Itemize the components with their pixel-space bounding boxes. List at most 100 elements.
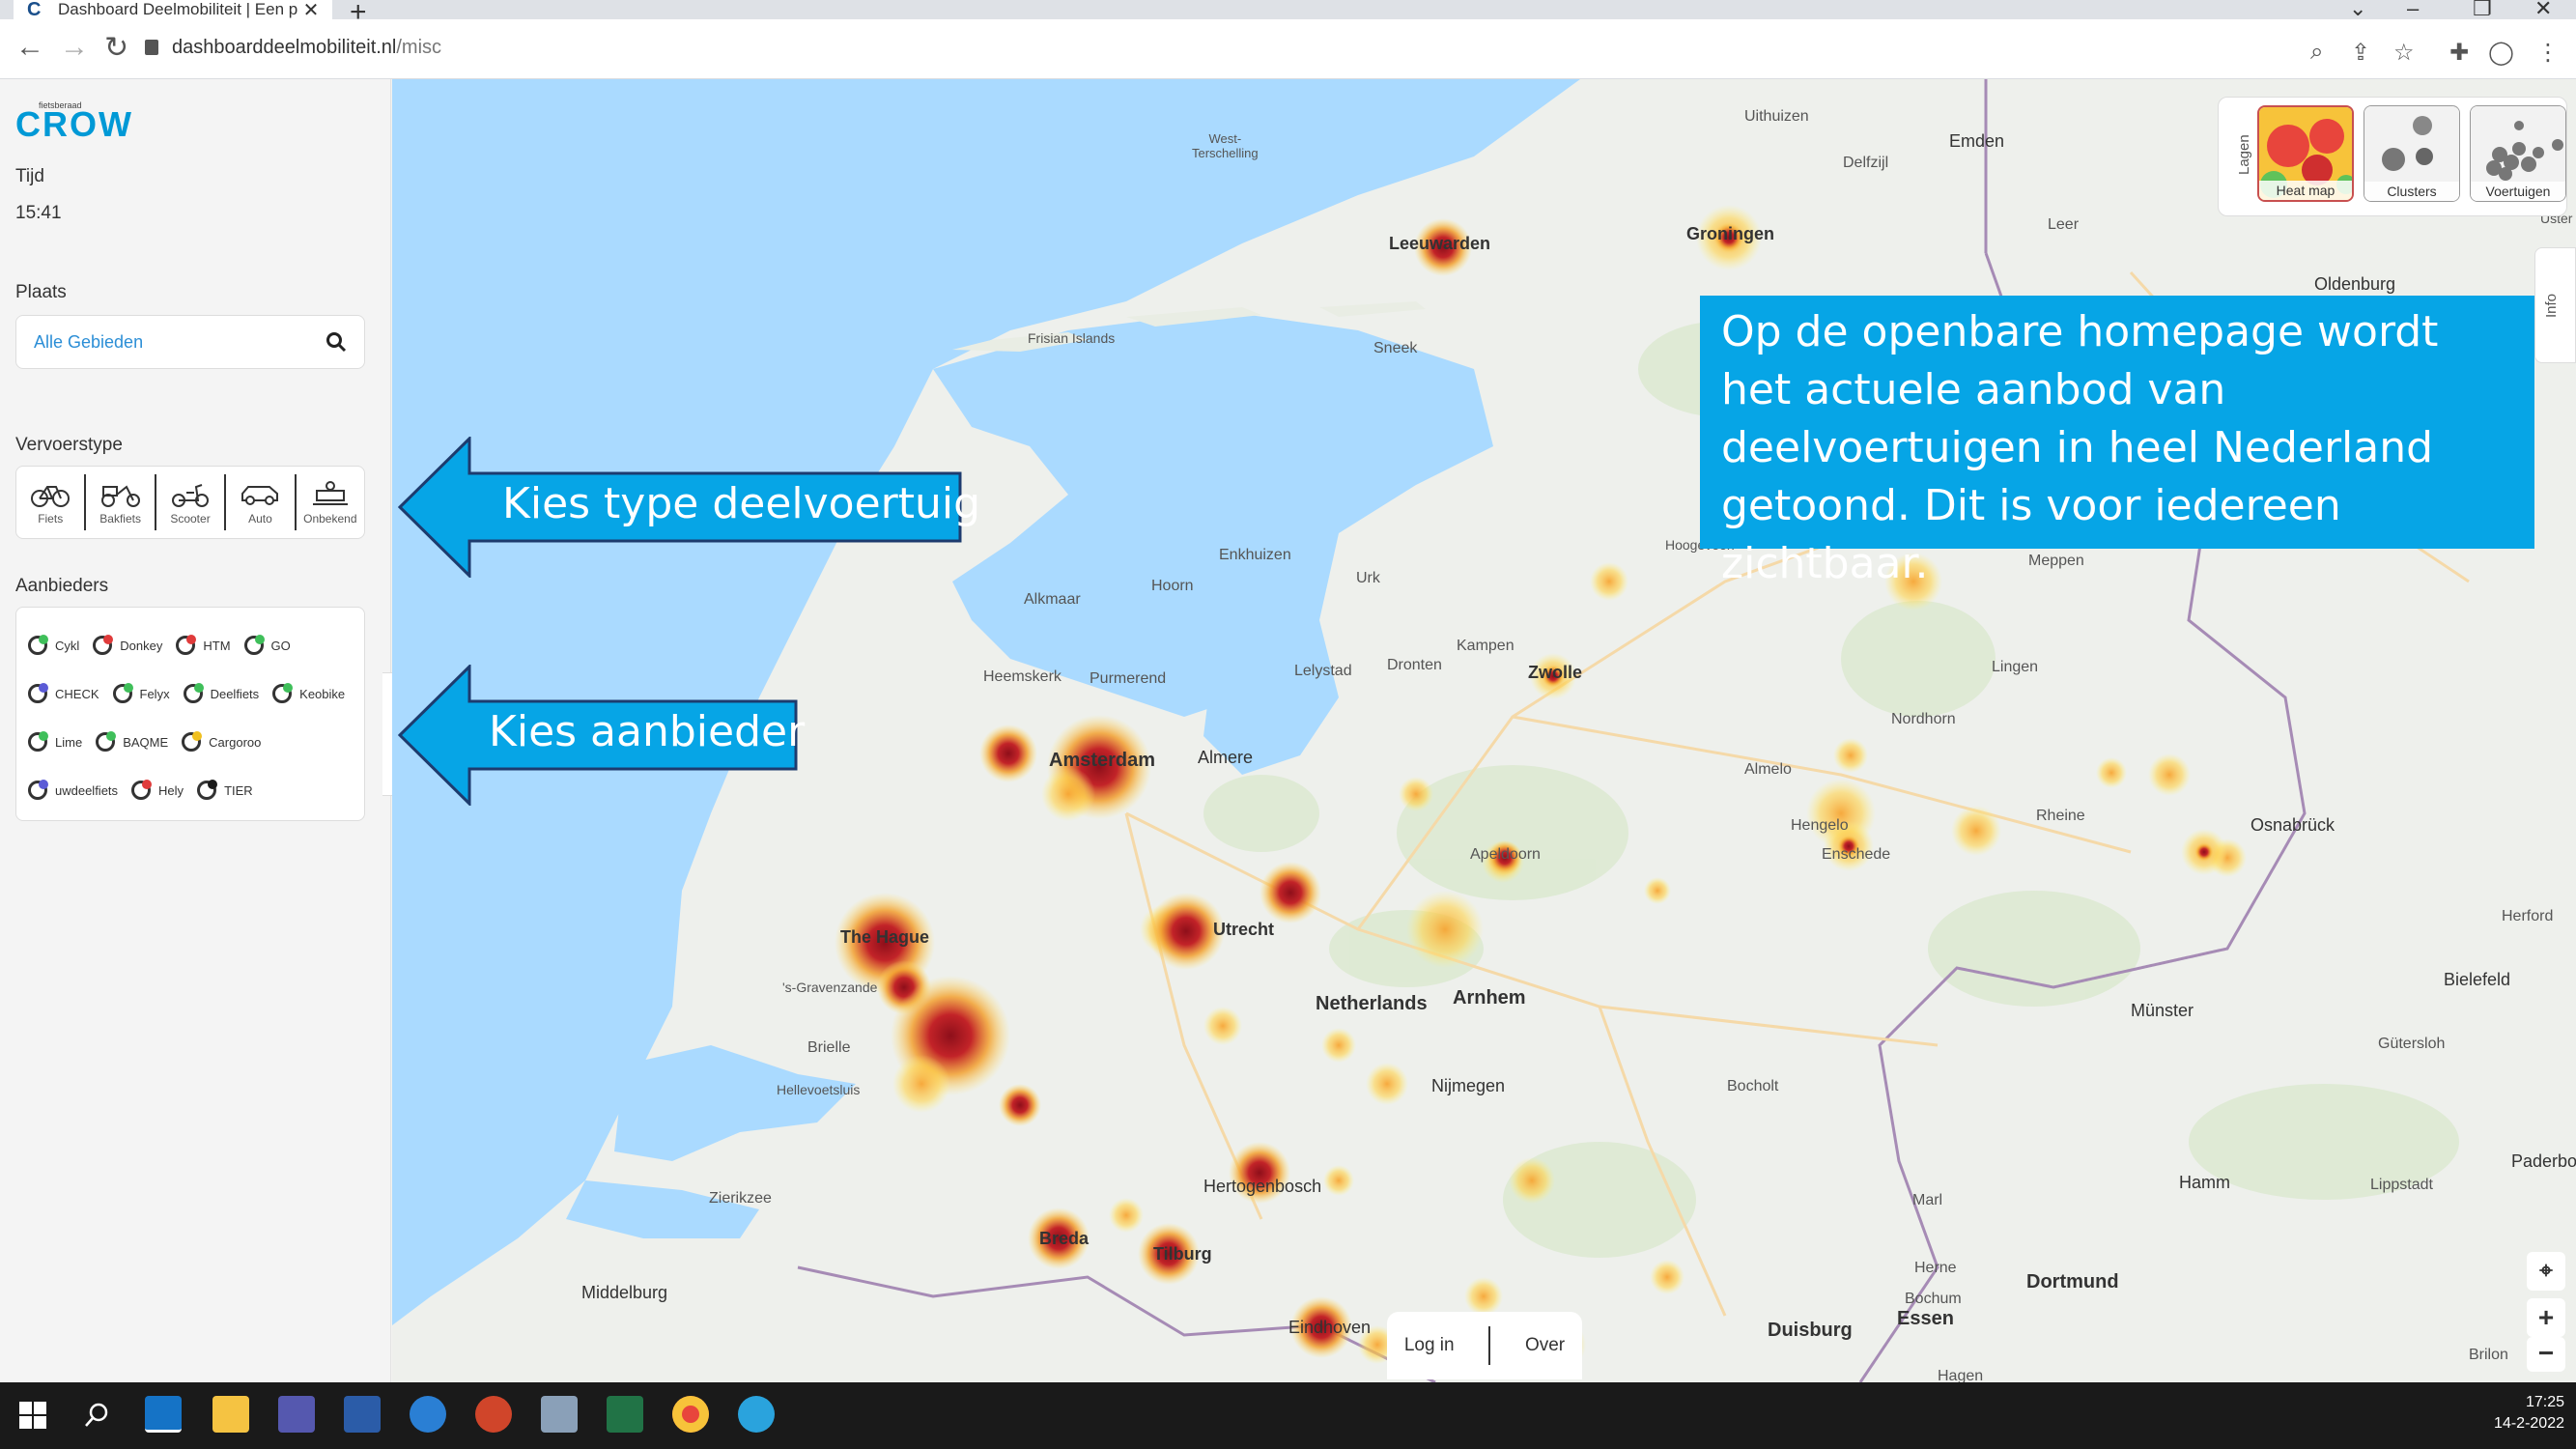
map-label-lingen: Lingen	[1992, 659, 2039, 675]
map-label-kampen: Kampen	[1457, 638, 1514, 654]
map-label-lippstadt: Lippstadt	[2370, 1177, 2433, 1193]
layer-vehicles[interactable]: Voertuigen	[2470, 105, 2566, 202]
provider-cargoroo[interactable]: Cargoroo	[182, 731, 261, 752]
window-close-icon[interactable]: ✕	[2534, 0, 2552, 21]
vehicle-type-onbekend[interactable]: Onbekend	[297, 474, 364, 530]
outlook-icon[interactable]	[145, 1396, 182, 1433]
place-search-input[interactable]: Alle Gebieden	[15, 315, 365, 369]
windows-start-icon[interactable]	[19, 1402, 46, 1429]
provider-toggle-icon	[131, 780, 153, 800]
provider-deelfiets[interactable]: Deelfiets	[183, 683, 259, 703]
map-label-s-gravenzande: 's-Gravenzande	[782, 980, 878, 995]
provider-toggle-icon	[28, 731, 48, 752]
login-link[interactable]: Log in	[1404, 1335, 1455, 1356]
provider-htm[interactable]: HTM	[176, 635, 231, 655]
provider-lime[interactable]: Lime	[28, 731, 82, 752]
back-icon[interactable]: ←	[15, 31, 44, 64]
provider-go[interactable]: GO	[243, 635, 291, 655]
bookmark-star-icon[interactable]: ☆	[2393, 39, 2415, 67]
locate-me-button[interactable]: ⌖	[2527, 1252, 2565, 1291]
zoom-in-button[interactable]: +	[2527, 1298, 2565, 1337]
map-label-delfzijl: Delfzijl	[1843, 155, 1889, 171]
provider-name: GO	[270, 638, 291, 653]
provider-baqme[interactable]: BAQME	[96, 731, 169, 752]
search-icon[interactable]	[326, 331, 347, 353]
clock-time: 17:25	[2525, 1394, 2564, 1410]
file-explorer-icon[interactable]	[212, 1396, 249, 1433]
reload-icon[interactable]: ↻	[104, 31, 128, 65]
country-border	[1858, 79, 2307, 1382]
provider-uwdeelfiets[interactable]: uwdeelfiets	[28, 780, 118, 800]
provider-name: Keobike	[299, 686, 346, 701]
system-clock[interactable]: 17:25 14-2-2022	[2494, 1392, 2564, 1435]
map-label-purmerend: Purmerend	[1090, 670, 1167, 687]
map-label-guetersloh: Gütersloh	[2378, 1036, 2446, 1052]
chrome-icon[interactable]	[672, 1396, 709, 1433]
search-icon[interactable]	[83, 1402, 110, 1429]
providers-list: Cykl Donkey HTM GO CHECK Felyx Deelfiets…	[15, 607, 365, 821]
forward-icon[interactable]: →	[60, 31, 89, 64]
provider-keobike[interactable]: Keobike	[272, 683, 346, 703]
scooter-icon	[172, 484, 210, 507]
provider-donkey[interactable]: Donkey	[93, 635, 162, 655]
vehicle-type-label-scooter: Scooter	[170, 512, 211, 526]
layer-heatmap[interactable]: Heat map	[2257, 105, 2354, 202]
app-icon[interactable]	[541, 1396, 578, 1433]
telegram-icon[interactable]	[738, 1396, 775, 1433]
provider-felyx[interactable]: Felyx	[112, 683, 170, 703]
map-label-paderborn: Paderbo	[2511, 1151, 2576, 1171]
vehicle-type-fiets[interactable]: Fiets	[16, 474, 87, 530]
provider-name: BAQME	[123, 734, 169, 750]
map-label-oldenburg: Oldenburg	[2314, 274, 2396, 294]
menu-dots-icon[interactable]: ⋮	[2536, 39, 2560, 67]
map-label-herford: Herford	[2502, 908, 2554, 924]
browser-tab[interactable]: C Dashboard Deelmobiliteit | Een p ✕	[14, 0, 332, 21]
word-icon[interactable]	[344, 1396, 381, 1433]
map-label-sneek: Sneek	[1373, 340, 1418, 356]
info-tab[interactable]: Info	[2534, 247, 2576, 363]
tab-search-icon[interactable]: ⌄	[2349, 0, 2366, 21]
vehicle-type-bakfiets[interactable]: Bakfiets	[86, 474, 156, 530]
internet-explorer-icon[interactable]	[410, 1396, 446, 1433]
powerpoint-icon[interactable]	[475, 1396, 512, 1433]
provider-hely[interactable]: Hely	[131, 780, 184, 800]
provider-name: TIER	[224, 782, 253, 798]
map-label-apeldoorn: Apeldoorn	[1470, 846, 1541, 863]
place-label: Plaats	[15, 282, 67, 302]
map-label-lelystad: Lelystad	[1294, 663, 1352, 679]
map-label-enkhuizen: Enkhuizen	[1219, 547, 1291, 563]
provider-name: Cykl	[55, 638, 80, 653]
extensions-icon[interactable]: ✚	[2449, 39, 2469, 67]
excel-icon[interactable]	[607, 1396, 643, 1433]
map-label-frisian-islands: Frisian Islands	[1028, 330, 1116, 346]
provider-toggle-icon	[197, 780, 218, 800]
about-link[interactable]: Over	[1525, 1335, 1565, 1356]
provider-tier[interactable]: TIER	[197, 780, 253, 800]
zoom-out-button[interactable]: −	[2527, 1337, 2565, 1372]
logo-title: CROW	[15, 104, 133, 144]
map-label-dronten: Dronten	[1387, 657, 1442, 673]
vehicle-type-scooter[interactable]: Scooter	[156, 474, 227, 530]
unknown-vehicle-icon	[312, 481, 348, 505]
map-label-netherlands: Netherlands	[1316, 993, 1428, 1014]
provider-name: CHECK	[55, 686, 99, 701]
map-label-enschede: Enschede	[1822, 846, 1891, 863]
map-label-the-hague: The Hague	[840, 927, 930, 947]
layer-clusters[interactable]: Clusters	[2364, 105, 2460, 202]
share-icon[interactable]: ⇪	[2351, 39, 2370, 67]
providers-label: Aanbieders	[15, 576, 109, 596]
favicon-icon: C	[27, 0, 42, 20]
teams-icon[interactable]	[278, 1396, 315, 1433]
provider-toggle-icon	[96, 731, 117, 752]
maximize-icon[interactable]: ❐	[2473, 0, 2492, 21]
minimize-icon[interactable]: –	[2407, 0, 2419, 21]
provider-cykl[interactable]: Cykl	[28, 635, 80, 655]
vehicle-type-auto[interactable]: Auto	[226, 474, 297, 530]
zoom-icon[interactable]: ⌕	[2310, 39, 2323, 66]
address-bar[interactable]: dashboarddeelmobiliteit.nl/misc	[145, 29, 2270, 66]
crow-logo[interactable]: fietsberaad CROW	[15, 100, 133, 144]
provider-check[interactable]: CHECK	[28, 683, 99, 703]
provider-toggle-icon	[112, 683, 133, 703]
profile-icon[interactable]: ◯	[2488, 39, 2514, 67]
map-label-breda: Breda	[1039, 1229, 1090, 1248]
